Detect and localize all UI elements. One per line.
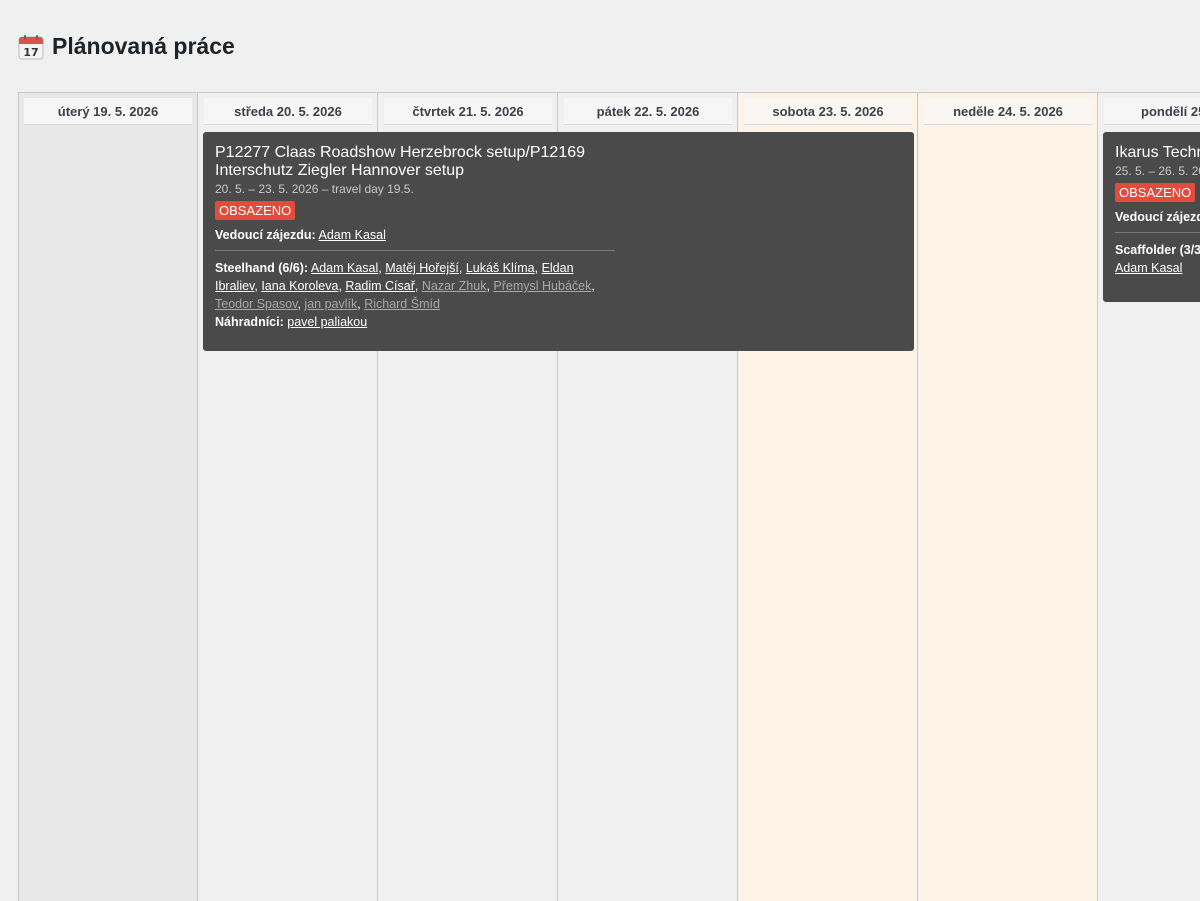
day-header: pondělí 25. 5. 2026 bbox=[1104, 98, 1200, 125]
substitutes: Náhradníci: pavel paliakou bbox=[215, 313, 902, 331]
page-title-text: Plánovaná práce bbox=[52, 33, 235, 59]
event-card[interactable]: P12277 Claas Roadshow Herzebrock setup/P… bbox=[203, 132, 914, 351]
substitutes-label: Náhradníci: bbox=[215, 315, 284, 329]
tour-leader-label: Vedoucí zájezdu: bbox=[1115, 210, 1200, 224]
crew-list: Steelhand (6/6): Adam Kasal, Matěj Hořej… bbox=[215, 261, 595, 311]
day-header: úterý 19. 5. 2026 bbox=[24, 98, 192, 125]
crew-member-link[interactable]: Teodor Spasov bbox=[215, 297, 297, 311]
divider bbox=[215, 250, 615, 251]
day-header: pátek 22. 5. 2026 bbox=[564, 98, 732, 125]
crew-label: Scaffolder (3/3): bbox=[1115, 243, 1200, 257]
day-column-tue[interactable]: úterý 19. 5. 2026 bbox=[19, 93, 198, 901]
page-title: 17 Plánovaná práce bbox=[18, 33, 235, 60]
crew-member-link[interactable]: Lukáš Klíma bbox=[466, 261, 535, 275]
day-column-sun[interactable]: neděle 24. 5. 2026 bbox=[919, 93, 1098, 901]
tour-leader-label: Vedoucí zájezdu: bbox=[215, 228, 316, 242]
day-header: čtvrtek 21. 5. 2026 bbox=[384, 98, 552, 125]
crew-label: Steelhand (6/6): bbox=[215, 261, 309, 275]
tour-leader: Vedoucí zájezdu: bbox=[1115, 208, 1200, 226]
tour-leader-link[interactable]: Adam Kasal bbox=[319, 228, 386, 242]
crew-member-link[interactable]: Iana Koroleva bbox=[261, 279, 338, 293]
crew-member-link[interactable]: Radim Císař bbox=[345, 279, 414, 293]
tour-leader: Vedoucí zájezdu: Adam Kasal bbox=[215, 226, 902, 244]
divider bbox=[1115, 232, 1200, 233]
status-badge: OBSAZENO bbox=[1115, 183, 1196, 202]
day-header: středa 20. 5. 2026 bbox=[204, 98, 372, 125]
substitute-link[interactable]: pavel paliakou bbox=[287, 315, 367, 329]
crew-member-link[interactable]: Nazar Zhuk bbox=[422, 279, 487, 293]
calendar-icon: 17 bbox=[18, 34, 44, 60]
event-card[interactable]: Ikarus Technika 25. 5. – 26. 5. 2026 OBS… bbox=[1103, 132, 1200, 302]
day-header: sobota 23. 5. 2026 bbox=[744, 98, 912, 125]
crew-list: Scaffolder (3/3): Adam Kasal bbox=[1115, 241, 1200, 277]
event-title: P12277 Claas Roadshow Herzebrock setup/P… bbox=[215, 144, 586, 179]
week-calendar: úterý 19. 5. 2026 středa 20. 5. 2026 čtv… bbox=[18, 92, 1200, 901]
event-dates: 25. 5. – 26. 5. 2026 bbox=[1115, 164, 1200, 178]
crew-member-link[interactable]: Richard Šmíd bbox=[364, 297, 440, 311]
event-dates: 20. 5. – 23. 5. 2026 – travel day 19.5. bbox=[215, 182, 414, 196]
day-header: neděle 24. 5. 2026 bbox=[924, 98, 1092, 125]
event-title: Ikarus Technika bbox=[1115, 144, 1200, 161]
crew-member-link[interactable]: Adam Kasal bbox=[311, 261, 378, 275]
status-badge: OBSAZENO bbox=[215, 201, 296, 220]
crew-member-link[interactable]: Přemysl Hubáček bbox=[493, 279, 591, 293]
crew-member-link[interactable]: Matěj Hořejší bbox=[385, 261, 459, 275]
crew-member-link[interactable]: jan pavlík bbox=[304, 297, 357, 311]
crew-member-link[interactable]: Adam Kasal bbox=[1115, 261, 1182, 275]
calendar-icon-label: 17 bbox=[23, 46, 38, 59]
